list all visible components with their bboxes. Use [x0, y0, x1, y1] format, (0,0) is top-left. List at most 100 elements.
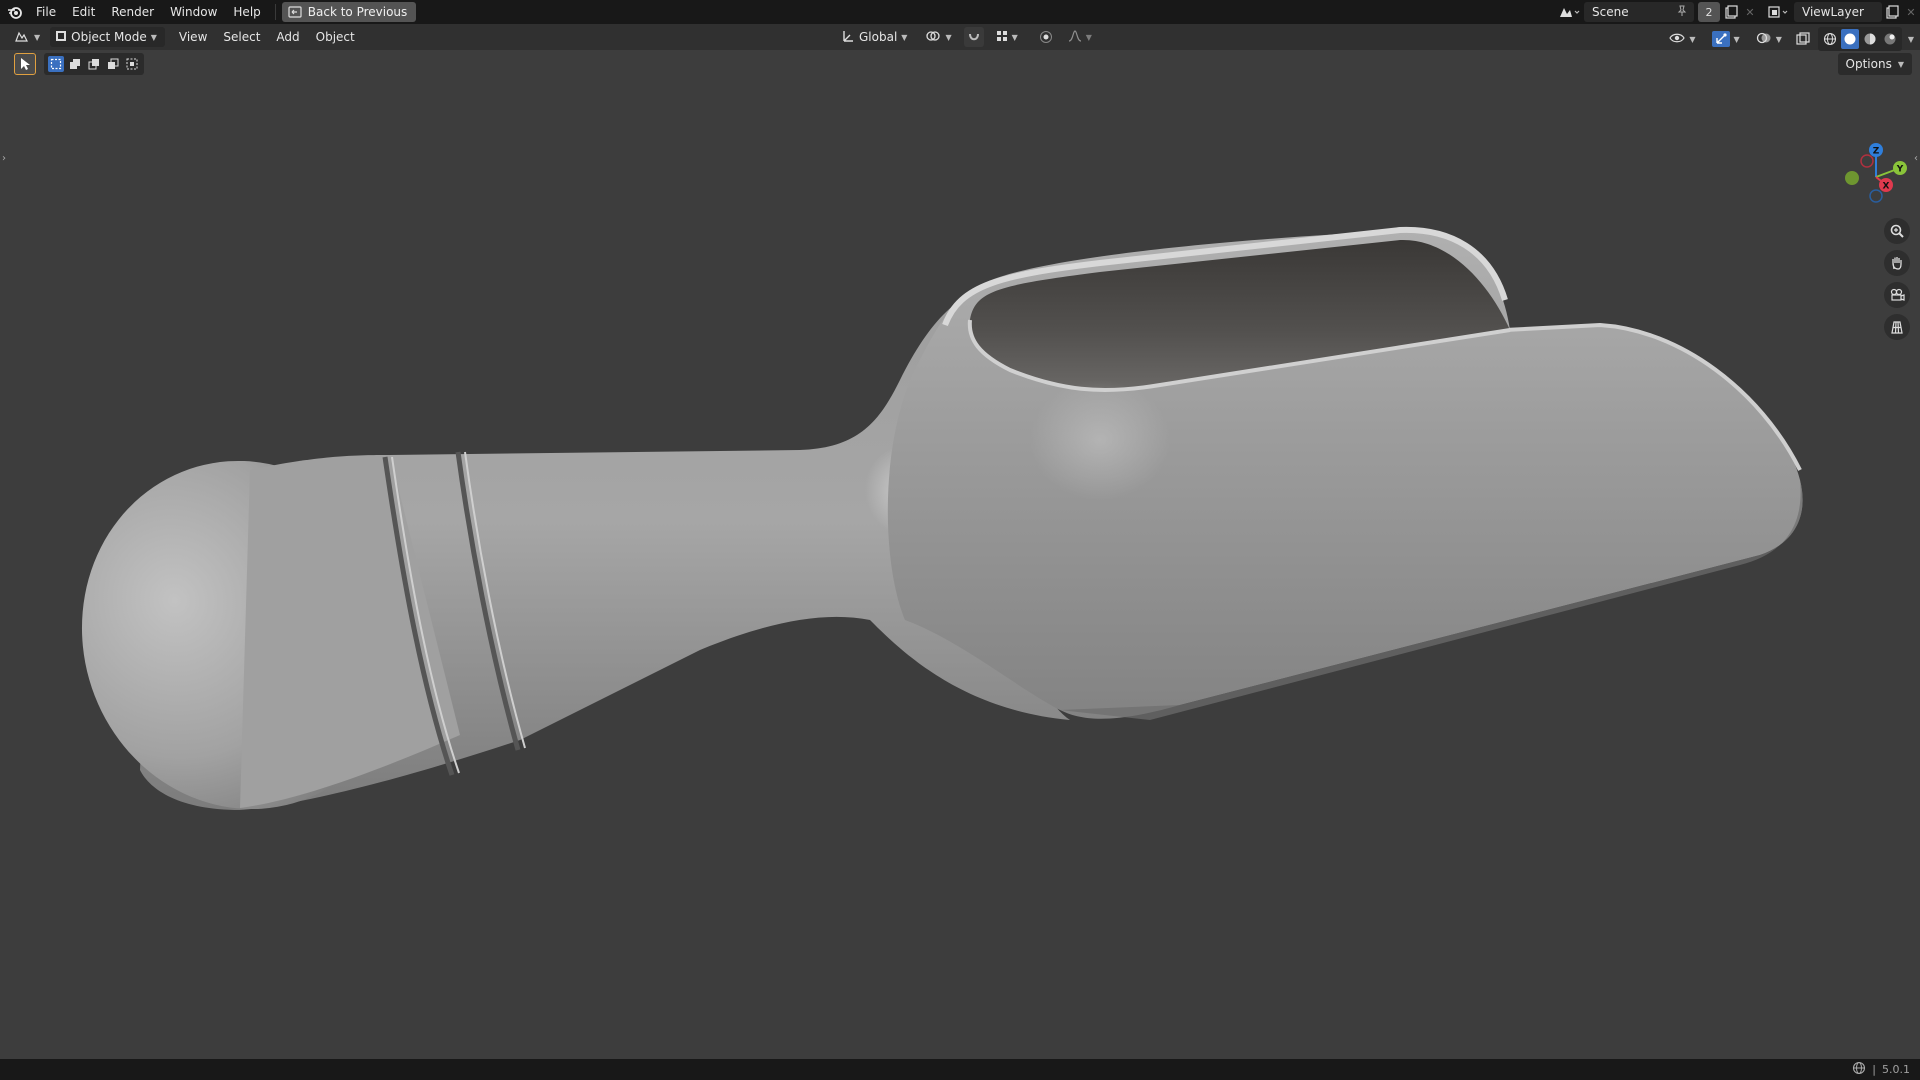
- y-axis-label: Y: [1896, 165, 1904, 175]
- remove-view-layer-icon[interactable]: ✕: [1902, 2, 1920, 22]
- pin-icon[interactable]: [1676, 5, 1688, 20]
- view-layer-field[interactable]: ViewLayer: [1794, 2, 1882, 22]
- object-mode-icon: [55, 30, 67, 45]
- xray-icon[interactable]: [1792, 29, 1814, 49]
- back-icon: [288, 6, 302, 18]
- camera-view-icon[interactable]: [1884, 282, 1910, 308]
- chevron-down-icon: ▼: [1011, 32, 1018, 42]
- chevron-down-icon: ▼: [150, 32, 157, 42]
- chevron-down-icon: ▼: [901, 32, 908, 42]
- subtract-selection-icon[interactable]: [86, 56, 102, 72]
- scene-user-count[interactable]: 2: [1698, 2, 1720, 22]
- pan-hand-icon[interactable]: [1884, 250, 1910, 276]
- chevron-down-icon: ▼: [1085, 32, 1092, 42]
- solid-shading-icon[interactable]: [1840, 29, 1859, 49]
- material-shading-icon[interactable]: [1861, 29, 1879, 49]
- visibility-icon: [1669, 32, 1686, 47]
- transform-controls: Global ▼ ▼ ▼ ▼: [835, 27, 1098, 47]
- back-to-previous-button[interactable]: Back to Previous: [281, 2, 417, 22]
- new-scene-icon[interactable]: [1720, 2, 1742, 22]
- new-view-layer-icon[interactable]: [1882, 2, 1902, 22]
- menu-object[interactable]: Object: [308, 24, 363, 50]
- menu-file[interactable]: File: [28, 0, 64, 24]
- chevron-down-icon: ▼: [945, 32, 952, 42]
- globe-icon: [1852, 1061, 1866, 1078]
- viewport-header: ▼ Object Mode ▼ View Select Add Object G…: [0, 24, 1920, 51]
- mode-label: Object Mode: [71, 30, 147, 44]
- scoop-mesh-object[interactable]: [0, 50, 1920, 1059]
- top-menu-bar: File Edit Render Window Help Back to Pre…: [0, 0, 1920, 24]
- neg-y-axis-dot[interactable]: [1845, 171, 1859, 185]
- chevron-down-icon: ▼: [1733, 34, 1740, 44]
- selection-mode-group: [44, 53, 144, 75]
- toolbar-expand-icon[interactable]: ›: [2, 153, 6, 164]
- shading-options-chevron-icon[interactable]: ▼: [1908, 35, 1914, 44]
- view-layer-name: ViewLayer: [1802, 5, 1864, 19]
- visibility-selector[interactable]: ▼: [1663, 29, 1702, 49]
- wireframe-shading-icon[interactable]: [1821, 29, 1839, 49]
- chevron-down-icon: ▼: [1775, 34, 1782, 44]
- options-label: Options: [1845, 57, 1892, 71]
- shading-mode-group: [1817, 27, 1902, 51]
- viewport-display-controls: ▼ ▼ ▼ ▼: [1663, 27, 1914, 51]
- zoom-icon[interactable]: [1884, 218, 1910, 244]
- scene-name-field[interactable]: Scene: [1584, 2, 1694, 22]
- transform-orientation-icon: [841, 29, 855, 46]
- tool-settings-row: [14, 52, 144, 76]
- snap-icon[interactable]: [963, 27, 984, 47]
- new-selection-icon[interactable]: [48, 56, 64, 72]
- snap-grid-icon: [996, 30, 1008, 45]
- menu-help[interactable]: Help: [225, 0, 268, 24]
- z-axis-label: Z: [1873, 147, 1880, 157]
- menu-view[interactable]: View: [171, 24, 215, 50]
- status-divider: |: [1872, 1063, 1876, 1076]
- menu-add[interactable]: Add: [268, 24, 307, 50]
- scene-name: Scene: [1592, 5, 1629, 19]
- ortho-grid-icon[interactable]: [1884, 314, 1910, 340]
- overlay-toggle[interactable]: ▼: [1749, 29, 1788, 49]
- chevron-down-icon: ▼: [34, 32, 41, 42]
- mode-selector[interactable]: Object Mode ▼: [50, 27, 165, 47]
- sidebar-expand-icon[interactable]: ‹: [1914, 153, 1918, 164]
- menu-render[interactable]: Render: [103, 0, 162, 24]
- invert-selection-icon[interactable]: [105, 56, 121, 72]
- menu-edit[interactable]: Edit: [64, 0, 103, 24]
- extend-selection-icon[interactable]: [67, 56, 83, 72]
- transform-orientation-label: Global: [859, 30, 898, 44]
- chevron-down-icon: ▼: [1689, 34, 1696, 44]
- pivot-point-selector[interactable]: ▼: [919, 27, 958, 47]
- overlay-icon: [1756, 31, 1772, 48]
- snap-target-selector[interactable]: ▼: [989, 27, 1024, 47]
- falloff-selector[interactable]: ▼: [1061, 27, 1098, 47]
- version-label: 5.0.1: [1882, 1063, 1910, 1076]
- select-tool-icon[interactable]: [14, 53, 36, 75]
- neg-x-axis-dot[interactable]: [1860, 154, 1874, 168]
- scene-selector-icon[interactable]: [1554, 2, 1584, 22]
- blender-logo-icon[interactable]: [2, 0, 28, 24]
- view-layer-selector-icon[interactable]: [1764, 2, 1794, 22]
- viewport-nav-tools: [1884, 218, 1910, 340]
- transform-orientation-selector[interactable]: Global ▼: [835, 27, 914, 47]
- back-button-label: Back to Previous: [307, 5, 408, 19]
- falloff-icon: [1068, 29, 1082, 45]
- chevron-down-icon: ▼: [1897, 59, 1904, 69]
- menu-window[interactable]: Window: [162, 0, 225, 24]
- 3d-viewport[interactable]: › ‹ Z Y X: [0, 50, 1920, 1059]
- pivot-icon: [925, 29, 941, 46]
- menu-select[interactable]: Select: [215, 24, 268, 50]
- navigation-gizmo[interactable]: Z Y X: [1840, 140, 1910, 215]
- proportional-edit-icon[interactable]: [1036, 27, 1056, 47]
- intersect-selection-icon[interactable]: [124, 56, 140, 72]
- top-right-controls: Scene 2 ✕ ViewLayer ✕: [1554, 0, 1920, 24]
- gizmo-toggle[interactable]: ▼: [1705, 29, 1746, 49]
- status-bar: | 5.0.1: [0, 1059, 1920, 1080]
- neg-z-axis-dot[interactable]: [1869, 189, 1883, 203]
- x-axis-label: X: [1883, 182, 1890, 192]
- editor-type-icon: [14, 29, 30, 46]
- options-dropdown[interactable]: Options ▼: [1837, 53, 1912, 75]
- unlink-scene-icon[interactable]: ✕: [1742, 2, 1758, 22]
- editor-type-selector[interactable]: ▼: [8, 27, 47, 47]
- gizmo-icon: [1711, 31, 1730, 47]
- divider: [274, 4, 276, 20]
- rendered-shading-icon[interactable]: [1881, 29, 1899, 49]
